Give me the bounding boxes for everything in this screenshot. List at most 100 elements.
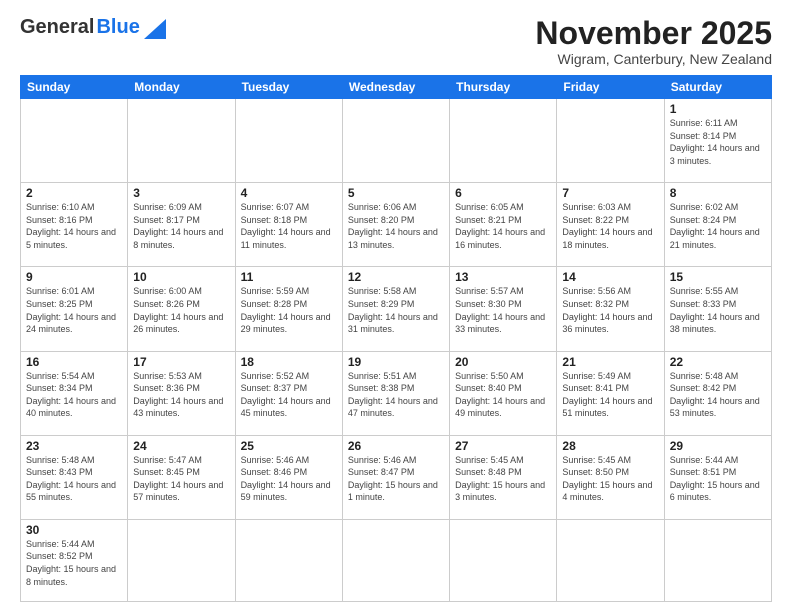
table-row: 9Sunrise: 6:01 AM Sunset: 8:25 PM Daylig…	[21, 267, 128, 351]
day-number: 28	[562, 439, 658, 453]
logo-blue-text: Blue	[96, 16, 139, 39]
table-row	[128, 519, 235, 601]
day-number: 24	[133, 439, 229, 453]
header-friday: Friday	[557, 76, 664, 99]
table-row: 26Sunrise: 5:46 AM Sunset: 8:47 PM Dayli…	[342, 435, 449, 519]
day-number: 14	[562, 270, 658, 284]
day-info: Sunrise: 5:53 AM Sunset: 8:36 PM Dayligh…	[133, 370, 229, 420]
header-wednesday: Wednesday	[342, 76, 449, 99]
calendar-week-row: 9Sunrise: 6:01 AM Sunset: 8:25 PM Daylig…	[21, 267, 772, 351]
day-info: Sunrise: 6:07 AM Sunset: 8:18 PM Dayligh…	[241, 201, 337, 251]
day-info: Sunrise: 5:56 AM Sunset: 8:32 PM Dayligh…	[562, 285, 658, 335]
day-info: Sunrise: 5:58 AM Sunset: 8:29 PM Dayligh…	[348, 285, 444, 335]
table-row	[557, 99, 664, 183]
calendar-week-row: 1Sunrise: 6:11 AM Sunset: 8:14 PM Daylig…	[21, 99, 772, 183]
table-row: 15Sunrise: 5:55 AM Sunset: 8:33 PM Dayli…	[664, 267, 771, 351]
table-row	[235, 519, 342, 601]
day-number: 19	[348, 355, 444, 369]
title-section: November 2025 Wigram, Canterbury, New Ze…	[535, 16, 772, 67]
day-number: 13	[455, 270, 551, 284]
table-row: 11Sunrise: 5:59 AM Sunset: 8:28 PM Dayli…	[235, 267, 342, 351]
day-info: Sunrise: 6:02 AM Sunset: 8:24 PM Dayligh…	[670, 201, 766, 251]
day-number: 21	[562, 355, 658, 369]
header-thursday: Thursday	[450, 76, 557, 99]
day-info: Sunrise: 5:48 AM Sunset: 8:43 PM Dayligh…	[26, 454, 122, 504]
table-row: 29Sunrise: 5:44 AM Sunset: 8:51 PM Dayli…	[664, 435, 771, 519]
table-row: 2Sunrise: 6:10 AM Sunset: 8:16 PM Daylig…	[21, 183, 128, 267]
table-row: 6Sunrise: 6:05 AM Sunset: 8:21 PM Daylig…	[450, 183, 557, 267]
day-number: 12	[348, 270, 444, 284]
table-row: 19Sunrise: 5:51 AM Sunset: 8:38 PM Dayli…	[342, 351, 449, 435]
day-number: 9	[26, 270, 122, 284]
header-monday: Monday	[128, 76, 235, 99]
table-row: 1Sunrise: 6:11 AM Sunset: 8:14 PM Daylig…	[664, 99, 771, 183]
day-info: Sunrise: 5:47 AM Sunset: 8:45 PM Dayligh…	[133, 454, 229, 504]
table-row: 28Sunrise: 5:45 AM Sunset: 8:50 PM Dayli…	[557, 435, 664, 519]
day-number: 18	[241, 355, 337, 369]
table-row	[21, 99, 128, 183]
header: General Blue November 2025 Wigram, Cante…	[20, 16, 772, 67]
table-row: 12Sunrise: 5:58 AM Sunset: 8:29 PM Dayli…	[342, 267, 449, 351]
header-sunday: Sunday	[21, 76, 128, 99]
table-row: 16Sunrise: 5:54 AM Sunset: 8:34 PM Dayli…	[21, 351, 128, 435]
table-row	[664, 519, 771, 601]
table-row	[450, 519, 557, 601]
day-number: 20	[455, 355, 551, 369]
day-number: 1	[670, 102, 766, 116]
table-row: 7Sunrise: 6:03 AM Sunset: 8:22 PM Daylig…	[557, 183, 664, 267]
table-row: 13Sunrise: 5:57 AM Sunset: 8:30 PM Dayli…	[450, 267, 557, 351]
calendar-header-row: Sunday Monday Tuesday Wednesday Thursday…	[21, 76, 772, 99]
calendar-week-row: 2Sunrise: 6:10 AM Sunset: 8:16 PM Daylig…	[21, 183, 772, 267]
day-number: 23	[26, 439, 122, 453]
table-row	[342, 519, 449, 601]
day-info: Sunrise: 5:46 AM Sunset: 8:47 PM Dayligh…	[348, 454, 444, 504]
day-info: Sunrise: 5:44 AM Sunset: 8:51 PM Dayligh…	[670, 454, 766, 504]
day-number: 30	[26, 523, 122, 537]
day-info: Sunrise: 6:06 AM Sunset: 8:20 PM Dayligh…	[348, 201, 444, 251]
day-info: Sunrise: 6:05 AM Sunset: 8:21 PM Dayligh…	[455, 201, 551, 251]
day-info: Sunrise: 5:51 AM Sunset: 8:38 PM Dayligh…	[348, 370, 444, 420]
table-row	[128, 99, 235, 183]
day-number: 29	[670, 439, 766, 453]
logo: General Blue	[20, 16, 166, 39]
table-row: 23Sunrise: 5:48 AM Sunset: 8:43 PM Dayli…	[21, 435, 128, 519]
day-info: Sunrise: 6:03 AM Sunset: 8:22 PM Dayligh…	[562, 201, 658, 251]
table-row: 17Sunrise: 5:53 AM Sunset: 8:36 PM Dayli…	[128, 351, 235, 435]
day-info: Sunrise: 6:09 AM Sunset: 8:17 PM Dayligh…	[133, 201, 229, 251]
table-row: 27Sunrise: 5:45 AM Sunset: 8:48 PM Dayli…	[450, 435, 557, 519]
day-number: 15	[670, 270, 766, 284]
day-number: 3	[133, 186, 229, 200]
day-number: 17	[133, 355, 229, 369]
calendar-week-row: 16Sunrise: 5:54 AM Sunset: 8:34 PM Dayli…	[21, 351, 772, 435]
day-info: Sunrise: 5:52 AM Sunset: 8:37 PM Dayligh…	[241, 370, 337, 420]
calendar-week-row: 23Sunrise: 5:48 AM Sunset: 8:43 PM Dayli…	[21, 435, 772, 519]
day-info: Sunrise: 5:50 AM Sunset: 8:40 PM Dayligh…	[455, 370, 551, 420]
table-row: 4Sunrise: 6:07 AM Sunset: 8:18 PM Daylig…	[235, 183, 342, 267]
day-number: 11	[241, 270, 337, 284]
day-number: 6	[455, 186, 551, 200]
logo-icon	[144, 19, 166, 39]
table-row	[450, 99, 557, 183]
day-number: 25	[241, 439, 337, 453]
day-info: Sunrise: 6:10 AM Sunset: 8:16 PM Dayligh…	[26, 201, 122, 251]
day-number: 22	[670, 355, 766, 369]
table-row: 30Sunrise: 5:44 AM Sunset: 8:52 PM Dayli…	[21, 519, 128, 601]
calendar-week-row: 30Sunrise: 5:44 AM Sunset: 8:52 PM Dayli…	[21, 519, 772, 601]
table-row: 20Sunrise: 5:50 AM Sunset: 8:40 PM Dayli…	[450, 351, 557, 435]
day-info: Sunrise: 5:45 AM Sunset: 8:50 PM Dayligh…	[562, 454, 658, 504]
page: General Blue November 2025 Wigram, Cante…	[0, 0, 792, 612]
table-row: 25Sunrise: 5:46 AM Sunset: 8:46 PM Dayli…	[235, 435, 342, 519]
day-number: 5	[348, 186, 444, 200]
day-number: 2	[26, 186, 122, 200]
table-row: 3Sunrise: 6:09 AM Sunset: 8:17 PM Daylig…	[128, 183, 235, 267]
day-info: Sunrise: 5:45 AM Sunset: 8:48 PM Dayligh…	[455, 454, 551, 504]
logo-general-text: General	[20, 16, 94, 39]
day-info: Sunrise: 6:11 AM Sunset: 8:14 PM Dayligh…	[670, 117, 766, 167]
day-number: 16	[26, 355, 122, 369]
header-saturday: Saturday	[664, 76, 771, 99]
header-tuesday: Tuesday	[235, 76, 342, 99]
table-row: 21Sunrise: 5:49 AM Sunset: 8:41 PM Dayli…	[557, 351, 664, 435]
day-number: 27	[455, 439, 551, 453]
day-info: Sunrise: 5:59 AM Sunset: 8:28 PM Dayligh…	[241, 285, 337, 335]
table-row: 10Sunrise: 6:00 AM Sunset: 8:26 PM Dayli…	[128, 267, 235, 351]
